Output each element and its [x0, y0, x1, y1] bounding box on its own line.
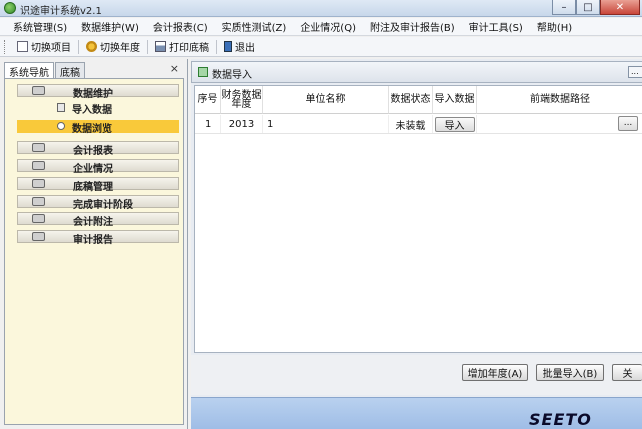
panel-menu-button[interactable]: ... [628, 66, 642, 78]
grid-icon [198, 67, 208, 77]
menu-bar: 系统管理(S) 数据维护(W) 会计报表(C) 实质性测试(Z) 企业情况(Q)… [0, 18, 642, 36]
menu-notes-reports[interactable]: 附注及审计报告(B) [363, 19, 462, 34]
panel-header: 数据导入 ... [191, 61, 642, 83]
database-icon [32, 86, 45, 95]
document-icon [17, 41, 28, 52]
batch-import-button[interactable]: 批量导入(B) [536, 364, 604, 381]
nav-tree: 数据维护 导入数据 数据浏览 会计报表 企业情况 底稿管理 完成审计阶段 会计附… [4, 78, 184, 425]
column-header-year[interactable]: 财务数据年度 [221, 86, 263, 114]
app-icon [4, 2, 16, 14]
close-panel-icon[interactable]: × [170, 62, 179, 75]
switch-year-label: 切换年度 [100, 43, 140, 54]
cart-icon [32, 179, 45, 188]
title-bar: 识途审计系统v2.1 – □ ✕ [0, 0, 642, 17]
menu-enterprise[interactable]: 企业情况(Q) [293, 19, 363, 34]
column-header-status[interactable]: 数据状态 [389, 86, 433, 114]
cell-status[interactable]: 未装载 [389, 115, 433, 133]
column-header-import[interactable]: 导入数据 [433, 86, 477, 114]
exit-icon [224, 41, 232, 52]
exit-button[interactable]: 退出 [218, 38, 261, 56]
switch-year-button[interactable]: 切换年度 [80, 38, 146, 56]
menu-system[interactable]: 系统管理(S) [6, 19, 74, 34]
window-controls: – □ ✕ [552, 0, 640, 16]
data-grid: 序号 财务数据年度 单位名称 数据状态 导入数据 前端数据路径 1 2013 1… [194, 85, 642, 353]
close-window-button[interactable]: ✕ [600, 0, 640, 15]
minimize-button[interactable]: – [552, 0, 576, 15]
nav-group-data-maintenance[interactable]: 数据维护 [17, 84, 179, 100]
nav-group-label: 企业情况 [73, 164, 113, 175]
print-draft-button[interactable]: 打印底稿 [149, 38, 215, 56]
year-icon [86, 41, 97, 52]
nav-group-label: 数据维护 [73, 89, 113, 100]
print-draft-label: 打印底稿 [169, 43, 209, 54]
window-title: 识途审计系统v2.1 [20, 6, 102, 17]
nav-item-import-data[interactable]: 导入数据 [17, 101, 179, 116]
cell-path[interactable] [477, 115, 613, 133]
menu-accounting-reports[interactable]: 会计报表(C) [146, 19, 215, 34]
column-header-path[interactable]: 前端数据路径 [477, 86, 642, 114]
enterprise-icon [32, 161, 45, 170]
nav-group-label: 会计附注 [73, 217, 113, 228]
brand-logo: SEETO [529, 410, 592, 429]
magnifier-icon [57, 122, 65, 130]
nav-group-audit-report[interactable]: 审计报告 [17, 230, 179, 246]
note-icon [32, 214, 45, 223]
data-import-panel: 数据导入 ... 序号 财务数据年度 单位名称 数据状态 导入数据 前端数据路径… [191, 59, 642, 429]
maximize-button[interactable]: □ [576, 0, 600, 15]
report-stack-icon [32, 232, 45, 241]
nav-item-label: 数据浏览 [72, 124, 112, 135]
switch-project-label: 切换项目 [31, 43, 71, 54]
menu-data-maintenance[interactable]: 数据维护(W) [74, 19, 146, 34]
menu-substantive-test[interactable]: 实质性测试(Z) [215, 19, 294, 34]
nav-group-accounting-reports[interactable]: 会计报表 [17, 141, 179, 157]
cell-import: 导入 [433, 115, 477, 133]
add-year-button[interactable]: 增加年度(A) [462, 364, 528, 381]
action-bar: 增加年度(A) 批量导入(B) 关 [191, 355, 642, 395]
toolbar: 切换项目 切换年度 打印底稿 退出 [0, 37, 642, 57]
panel-title: 数据导入 [212, 70, 252, 81]
menu-help[interactable]: 帮助(H) [530, 19, 579, 34]
nav-group-label: 会计报表 [73, 146, 113, 157]
column-header-seq[interactable]: 序号 [195, 86, 221, 114]
toolbar-grip [4, 39, 7, 54]
browse-button[interactable]: ... [618, 116, 638, 131]
tab-draft[interactable]: 底稿 [55, 62, 85, 79]
exit-label: 退出 [235, 43, 255, 54]
nav-group-label: 底稿管理 [73, 182, 113, 193]
toolbar-separator [78, 39, 79, 54]
tab-system-nav[interactable]: 系统导航 [4, 62, 54, 79]
cell-unit[interactable]: 1 [263, 115, 389, 133]
toolbar-separator [147, 39, 148, 54]
nav-group-complete-audit[interactable]: 完成审计阶段 [17, 195, 179, 211]
coins-icon [32, 197, 45, 206]
left-nav-panel: 系统导航 底稿 × 数据维护 导入数据 数据浏览 会计报表 企业情况 底稿管理 [0, 59, 188, 429]
toolbar-separator [216, 39, 217, 54]
cell-seq[interactable]: 1 [195, 115, 221, 133]
row-separator [195, 133, 642, 134]
switch-project-button[interactable]: 切换项目 [11, 38, 77, 56]
menu-audit-tools[interactable]: 审计工具(S) [462, 19, 530, 34]
nav-item-label: 导入数据 [72, 105, 112, 116]
nav-group-label: 审计报告 [73, 235, 113, 246]
import-button[interactable]: 导入 [434, 116, 475, 132]
printer-icon [155, 41, 166, 52]
report-icon [32, 143, 45, 152]
nav-group-label: 完成审计阶段 [73, 200, 133, 211]
column-header-unit[interactable]: 单位名称 [263, 86, 389, 114]
left-tabs: 系统导航 底稿 [4, 62, 86, 79]
import-icon [57, 103, 65, 112]
nav-group-enterprise[interactable]: 企业情况 [17, 159, 179, 175]
nav-item-browse-data[interactable]: 数据浏览 [17, 120, 179, 135]
footer-banner: SEETO [191, 397, 642, 429]
nav-group-accounting-notes[interactable]: 会计附注 [17, 212, 179, 228]
nav-group-draft-management[interactable]: 底稿管理 [17, 177, 179, 193]
cell-year[interactable]: 2013 [221, 115, 263, 133]
close-button[interactable]: 关 [612, 364, 642, 381]
